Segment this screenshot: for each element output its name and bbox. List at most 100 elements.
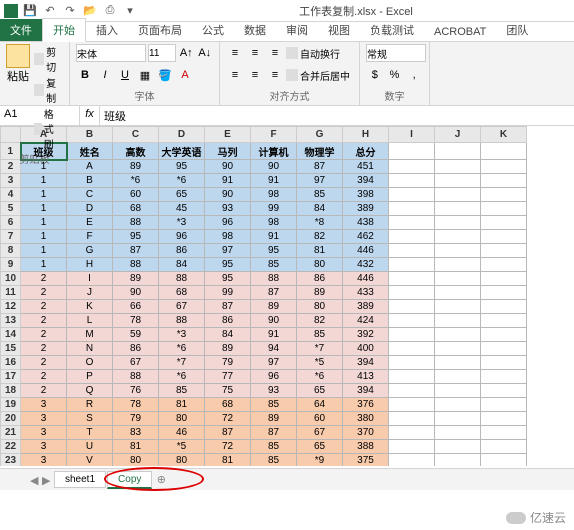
cell[interactable]: 85 <box>251 398 297 412</box>
cell[interactable]: 90 <box>205 188 251 202</box>
col-header-H[interactable]: H <box>343 127 389 143</box>
cell[interactable]: *6 <box>159 174 205 188</box>
row-header-13[interactable]: 13 <box>1 314 21 328</box>
cell[interactable]: 66 <box>113 300 159 314</box>
number-format-select[interactable] <box>366 44 426 62</box>
cell[interactable]: 413 <box>343 370 389 384</box>
cell[interactable]: 65 <box>297 440 343 454</box>
align-right-button[interactable]: ≡ <box>266 66 284 84</box>
cell[interactable]: 95 <box>205 258 251 272</box>
cell[interactable]: *6 <box>113 174 159 188</box>
row-header-18[interactable]: 18 <box>1 384 21 398</box>
cell[interactable]: 82 <box>297 314 343 328</box>
cell[interactable]: 86 <box>159 244 205 258</box>
cell-empty[interactable] <box>481 143 527 160</box>
cell-empty[interactable] <box>435 216 481 230</box>
cell[interactable]: 82 <box>297 230 343 244</box>
qat-undo-icon[interactable]: ↶ <box>42 3 58 19</box>
cell[interactable]: 90 <box>205 160 251 174</box>
cell[interactable]: *3 <box>159 216 205 230</box>
cell[interactable]: 90 <box>113 286 159 300</box>
cell-empty[interactable] <box>435 426 481 440</box>
cell[interactable]: *5 <box>297 356 343 370</box>
cell-empty[interactable] <box>435 286 481 300</box>
cell[interactable]: 68 <box>159 286 205 300</box>
cell[interactable]: H <box>67 258 113 272</box>
cell[interactable]: 392 <box>343 328 389 342</box>
fill-color-button[interactable]: 🪣 <box>156 66 174 84</box>
font-name-select[interactable] <box>76 44 146 62</box>
cell-empty[interactable] <box>435 440 481 454</box>
cell[interactable]: 2 <box>21 342 67 356</box>
cell-empty[interactable] <box>481 426 527 440</box>
cell[interactable]: 462 <box>343 230 389 244</box>
cell[interactable]: 85 <box>297 328 343 342</box>
cell-empty[interactable] <box>389 314 435 328</box>
cell[interactable]: 67 <box>159 300 205 314</box>
cell-empty[interactable] <box>435 258 481 272</box>
italic-button[interactable]: I <box>96 66 114 84</box>
qat-redo-icon[interactable]: ↷ <box>62 3 78 19</box>
cell[interactable]: 394 <box>343 384 389 398</box>
cell[interactable]: 2 <box>21 300 67 314</box>
cell[interactable]: 89 <box>113 160 159 174</box>
cell[interactable]: *5 <box>159 440 205 454</box>
percent-button[interactable]: % <box>386 66 404 84</box>
cell[interactable]: 86 <box>113 342 159 356</box>
cell[interactable]: 97 <box>205 244 251 258</box>
align-left-button[interactable]: ≡ <box>226 66 244 84</box>
cell[interactable]: 80 <box>297 258 343 272</box>
col-header-G[interactable]: G <box>297 127 343 143</box>
font-size-select[interactable] <box>148 44 176 62</box>
cell-empty[interactable] <box>435 188 481 202</box>
cell-empty[interactable] <box>435 398 481 412</box>
cell[interactable]: 3 <box>21 398 67 412</box>
cell[interactable]: T <box>67 426 113 440</box>
cell[interactable]: 80 <box>297 300 343 314</box>
cell[interactable]: *8 <box>297 216 343 230</box>
cell[interactable]: 91 <box>251 328 297 342</box>
cell-empty[interactable] <box>435 342 481 356</box>
cell[interactable]: B <box>67 174 113 188</box>
cell[interactable]: 78 <box>113 398 159 412</box>
cell[interactable]: *7 <box>297 342 343 356</box>
cell[interactable]: 89 <box>251 412 297 426</box>
tab-insert[interactable]: 插入 <box>86 19 128 41</box>
cell[interactable]: 86 <box>205 314 251 328</box>
row-header-10[interactable]: 10 <box>1 272 21 286</box>
cell[interactable]: K <box>67 300 113 314</box>
cell-header[interactable]: 物理学 <box>297 143 343 160</box>
row-header-16[interactable]: 16 <box>1 356 21 370</box>
cell[interactable]: 87 <box>113 244 159 258</box>
row-header-19[interactable]: 19 <box>1 398 21 412</box>
increase-font-button[interactable]: A↑ <box>178 44 195 62</box>
tab-nav-next-icon[interactable]: ▶ <box>42 474 54 486</box>
cell[interactable]: 400 <box>343 342 389 356</box>
cell-empty[interactable] <box>481 258 527 272</box>
row-header-23[interactable]: 23 <box>1 454 21 467</box>
cell-empty[interactable] <box>389 244 435 258</box>
col-header-F[interactable]: F <box>251 127 297 143</box>
cell[interactable]: L <box>67 314 113 328</box>
cell[interactable]: *6 <box>159 342 205 356</box>
cell-empty[interactable] <box>389 342 435 356</box>
cell[interactable]: 88 <box>159 272 205 286</box>
qat-open-icon[interactable]: 📂 <box>82 3 98 19</box>
cell[interactable]: 89 <box>297 286 343 300</box>
cell[interactable]: 85 <box>251 258 297 272</box>
cell-empty[interactable] <box>481 286 527 300</box>
row-header-8[interactable]: 8 <box>1 244 21 258</box>
cell[interactable]: 77 <box>205 370 251 384</box>
decrease-font-button[interactable]: A↓ <box>197 44 214 62</box>
cell[interactable]: 87 <box>251 426 297 440</box>
cell[interactable]: 1 <box>21 216 67 230</box>
cell-empty[interactable] <box>481 188 527 202</box>
cell[interactable]: 98 <box>251 188 297 202</box>
font-color-button[interactable]: A <box>176 66 194 84</box>
currency-button[interactable]: $ <box>366 66 384 84</box>
cell-empty[interactable] <box>481 454 527 467</box>
cell[interactable]: 3 <box>21 412 67 426</box>
cell[interactable]: 87 <box>205 426 251 440</box>
cell[interactable]: 91 <box>251 230 297 244</box>
underline-button[interactable]: U <box>116 66 134 84</box>
